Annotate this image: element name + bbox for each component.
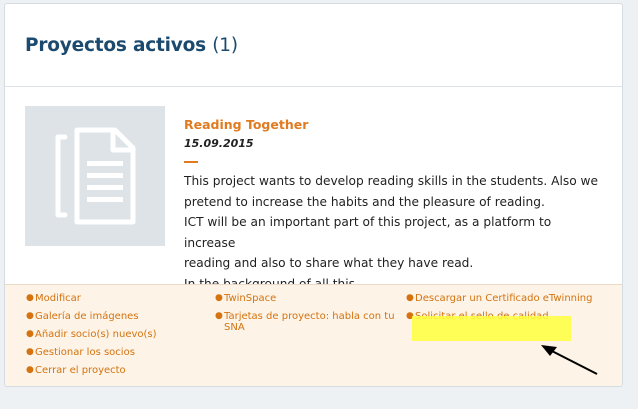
annotation-arrow-icon	[541, 345, 598, 375]
